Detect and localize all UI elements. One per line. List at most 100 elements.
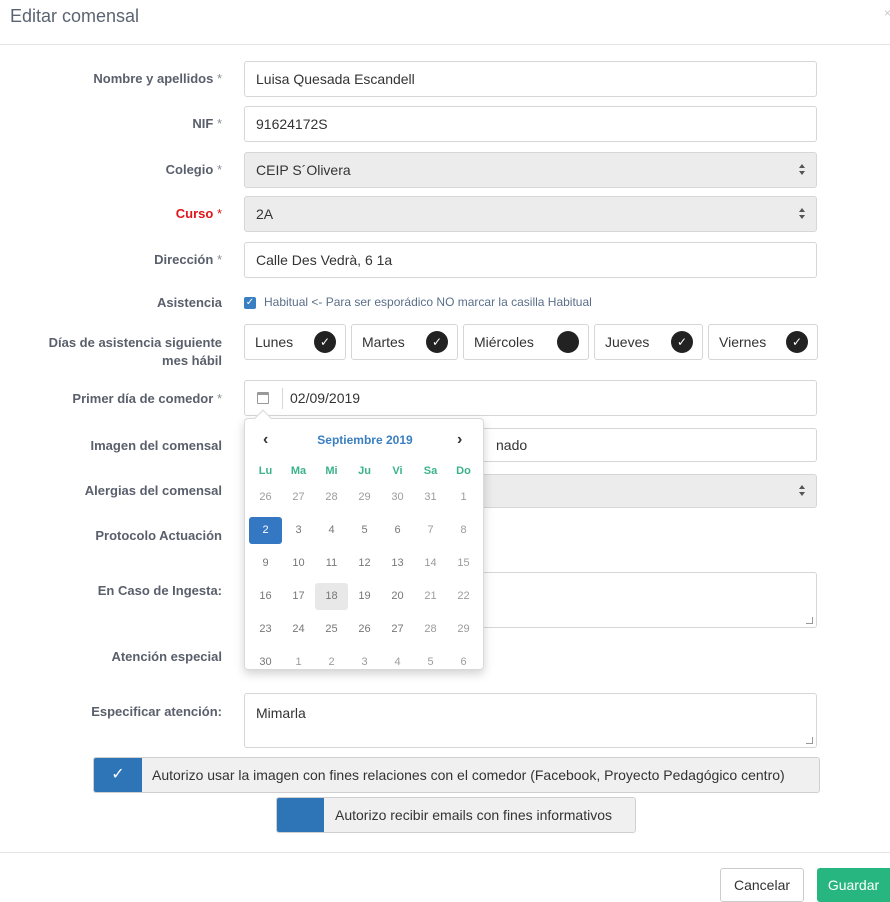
day-cell[interactable]: 8 [447,517,480,550]
day-cell[interactable]: 1 [447,484,480,517]
protocolo-label: Protocolo Actuación [95,528,222,543]
day-jueves[interactable]: Jueves ✓ [594,324,703,360]
prev-month-icon[interactable]: ‹ [263,431,268,449]
weekday: Ju [358,465,371,477]
day-cell[interactable]: 14 [414,550,447,583]
day-label: Jueves [605,334,650,350]
resize-handle[interactable] [806,737,813,744]
header-divider [0,44,890,45]
weekday: Sa [423,465,438,477]
calendar-icon[interactable] [257,392,269,404]
consent-emails-toggle[interactable]: Autorizo recibir emails con fines inform… [276,797,636,833]
day-cell[interactable]: 13 [381,550,414,583]
day-cell[interactable]: 7 [414,517,447,550]
day-cell[interactable]: 4 [381,649,414,682]
day-cell[interactable]: 25 [315,616,348,649]
primer-dia-input[interactable]: 02/09/2019 [244,380,817,416]
datepicker-grid: Lu Ma Mi Ju Vi Sa Do 26 27 28 29 30 31 1… [249,464,480,682]
weekday: Lu [258,465,273,477]
day-cell[interactable]: 5 [348,517,381,550]
curso-label: Curso * [175,206,222,221]
day-cell[interactable]: 11 [315,550,348,583]
day-cell[interactable]: 31 [414,484,447,517]
direccion-input[interactable]: Calle Des Vedrà, 6 1a [244,242,817,278]
especificar-value: Mimarla [256,705,306,721]
day-cell[interactable]: 9 [249,550,282,583]
day-cell[interactable]: 27 [282,484,315,517]
day-label: Lunes [255,334,294,350]
day-cell[interactable]: 4 [315,517,348,550]
direccion-label: Dirección * [154,252,222,267]
curso-select[interactable]: 2A [244,196,817,232]
day-cell[interactable]: 21 [414,583,447,616]
close-icon[interactable]: × [884,6,890,20]
day-cell[interactable]: 6 [381,517,414,550]
day-cell[interactable]: 27 [381,616,414,649]
day-cell[interactable]: 29 [447,616,480,649]
nombre-label: Nombre y apellidos * [93,71,222,86]
day-cell[interactable]: 1 [282,649,315,682]
day-cell[interactable]: 24 [282,616,315,649]
curso-value: 2A [256,206,274,222]
select-arrows-icon [798,484,806,498]
check-icon: ✓ [94,758,142,792]
day-cell[interactable]: 10 [282,550,315,583]
day-cell[interactable]: 2 [315,649,348,682]
day-cell[interactable]: 20 [381,583,414,616]
week-row: 2 3 4 5 6 7 8 [249,517,480,550]
datepicker-month[interactable]: Septiembre 2019 [305,433,425,447]
day-cell[interactable]: 30 [381,484,414,517]
day-cell[interactable]: 23 [249,616,282,649]
day-cell[interactable]: 17 [282,583,315,616]
day-cell[interactable]: 16 [249,583,282,616]
week-row: 9 10 11 12 13 14 15 [249,550,480,583]
colegio-select[interactable]: CEIP S´Olivera [244,152,817,188]
day-cell[interactable]: 28 [414,616,447,649]
day-label: Viernes [719,334,767,350]
day-label: Miércoles [474,334,534,350]
day-cell[interactable]: 3 [282,517,315,550]
day-cell[interactable]: 30 [249,649,282,682]
unchecked-icon [557,331,579,353]
day-martes[interactable]: Martes ✓ [351,324,458,360]
especificar-textarea[interactable]: Mimarla [244,693,817,748]
day-miercoles[interactable]: Miércoles [463,324,589,360]
especificar-label: Especificar atención: [91,704,222,719]
check-icon: ✓ [786,331,808,353]
nif-label: NIF * [192,116,222,131]
day-cell[interactable]: 3 [348,649,381,682]
day-cell[interactable]: 28 [315,484,348,517]
habitual-checkbox[interactable]: ✓ [244,297,256,309]
day-cell[interactable]: 19 [348,583,381,616]
toggle-indicator [277,798,324,832]
week-row: 26 27 28 29 30 31 1 [249,484,480,517]
day-cell[interactable]: 22 [447,583,480,616]
colegio-label: Colegio * [165,162,222,177]
atencion-label: Atención especial [111,649,222,664]
day-cell-selected[interactable]: 2 [249,517,282,544]
consent-image-toggle[interactable]: ✓ Autorizo usar la imagen con fines rela… [93,757,820,793]
day-cell[interactable]: 26 [348,616,381,649]
day-cell[interactable]: 29 [348,484,381,517]
alergias-label: Alergias del comensal [84,483,222,498]
weekday: Mi [325,465,338,477]
weekday: Vi [392,465,403,477]
day-cell[interactable]: 15 [447,550,480,583]
day-cell-highlighted[interactable]: 18 [315,583,348,610]
nif-input[interactable]: 91624172S [244,106,817,142]
day-cell[interactable]: 12 [348,550,381,583]
ingesta-label: En Caso de Ingesta: [97,583,222,598]
date-value: 02/09/2019 [290,390,361,406]
day-lunes[interactable]: Lunes ✓ [244,324,346,360]
week-row: 16 17 18 19 20 21 22 [249,583,480,616]
weekday-header: Lu Ma Mi Ju Vi Sa Do [249,464,480,484]
next-month-icon[interactable]: › [457,431,462,449]
resize-handle[interactable] [806,617,813,624]
day-cell[interactable]: 5 [414,649,447,682]
select-arrows-icon [798,163,806,177]
day-viernes[interactable]: Viernes ✓ [708,324,818,360]
check-icon: ✓ [314,331,336,353]
nombre-input[interactable]: Luisa Quesada Escandell [244,61,817,97]
day-cell[interactable]: 26 [249,484,282,517]
day-cell[interactable]: 6 [447,649,480,682]
